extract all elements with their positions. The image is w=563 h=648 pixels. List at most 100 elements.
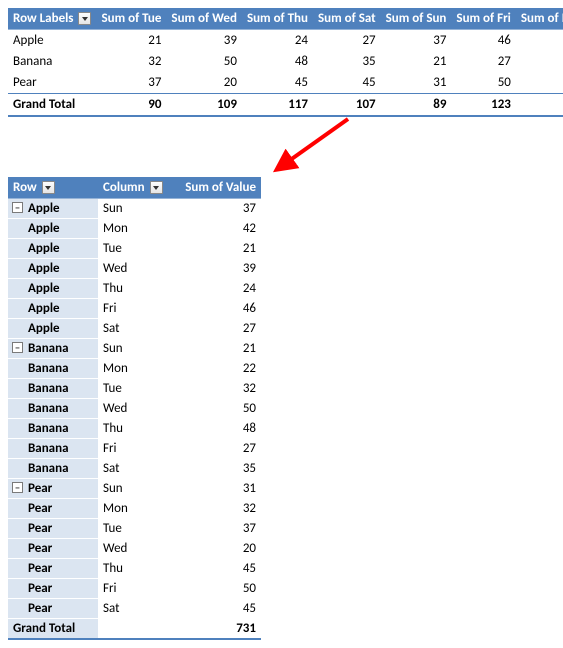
column-cell[interactable]: Sun (98, 199, 176, 219)
column-cell[interactable]: Fri (98, 579, 176, 599)
value-cell[interactable]: 37 (381, 30, 452, 52)
column-cell[interactable]: Tue (98, 379, 176, 399)
value-cell[interactable]: 37 (176, 199, 261, 219)
value-cell[interactable]: 32 (96, 51, 166, 72)
column-cell[interactable]: Sun (98, 339, 176, 359)
column-cell[interactable]: Mon (98, 359, 176, 379)
column-cell[interactable]: Wed (98, 539, 176, 559)
value-cell[interactable]: 32 (516, 72, 563, 94)
value-cell[interactable]: 32 (176, 379, 261, 399)
row-group-cell[interactable]: Apple (8, 219, 98, 239)
column-cell[interactable]: Tue (98, 519, 176, 539)
column-cell[interactable]: Wed (98, 399, 176, 419)
value-cell[interactable]: 27 (176, 439, 261, 459)
header-row-labels[interactable]: Row Labels (8, 8, 96, 30)
column-cell[interactable]: Thu (98, 419, 176, 439)
value-cell[interactable]: 42 (516, 30, 563, 52)
header-sum-thu[interactable]: Sum of Thu (242, 8, 313, 30)
row-group-cell[interactable]: Banana (8, 379, 98, 399)
value-cell[interactable]: 45 (313, 72, 381, 94)
value-cell[interactable]: 46 (451, 30, 515, 52)
filter-dropdown-icon[interactable] (42, 181, 55, 194)
row-group-cell[interactable]: Banana (8, 459, 98, 479)
value-cell[interactable]: 45 (176, 599, 261, 619)
column-cell[interactable]: Tue (98, 239, 176, 259)
value-cell[interactable]: 39 (176, 259, 261, 279)
value-cell[interactable]: 48 (176, 419, 261, 439)
collapse-icon[interactable]: − (12, 482, 23, 493)
value-cell[interactable]: 50 (451, 72, 515, 94)
row-group-cell[interactable]: Banana (8, 399, 98, 419)
value-cell[interactable]: 46 (176, 299, 261, 319)
value-cell[interactable]: 24 (242, 30, 313, 52)
value-cell[interactable]: 39 (166, 30, 242, 52)
value-cell[interactable]: 37 (96, 72, 166, 94)
value-cell[interactable]: 50 (176, 399, 261, 419)
value-cell[interactable]: 22 (516, 51, 563, 72)
column-cell[interactable]: Sun (98, 479, 176, 499)
column-cell[interactable]: Fri (98, 299, 176, 319)
column-cell[interactable]: Thu (98, 279, 176, 299)
value-cell[interactable]: 50 (166, 51, 242, 72)
row-label-cell[interactable]: Apple (8, 30, 96, 52)
header-sum-tue[interactable]: Sum of Tue (96, 8, 166, 30)
row-group-cell[interactable]: Pear (8, 499, 98, 519)
collapse-icon[interactable]: − (12, 342, 23, 353)
grand-total-label[interactable]: Grand Total (8, 619, 98, 640)
row-group-cell[interactable]: Banana (8, 439, 98, 459)
header-sum-wed[interactable]: Sum of Wed (166, 8, 242, 30)
column-cell[interactable]: Wed (98, 259, 176, 279)
header-sum-mon[interactable]: Sum of Mon (516, 8, 563, 30)
column-cell[interactable]: Sat (98, 599, 176, 619)
header-sum-fri[interactable]: Sum of Fri (451, 8, 515, 30)
value-cell[interactable]: 21 (176, 339, 261, 359)
value-cell[interactable]: 37 (176, 519, 261, 539)
row-group-cell[interactable]: Apple (8, 299, 98, 319)
value-cell[interactable]: 35 (313, 51, 381, 72)
value-cell[interactable]: 22 (176, 359, 261, 379)
header-sum-sat[interactable]: Sum of Sat (313, 8, 381, 30)
row-group-cell[interactable]: Pear (8, 519, 98, 539)
column-cell[interactable]: Thu (98, 559, 176, 579)
column-cell[interactable]: Mon (98, 499, 176, 519)
row-group-cell[interactable]: Banana (8, 359, 98, 379)
value-cell[interactable]: 48 (242, 51, 313, 72)
value-cell[interactable]: 45 (242, 72, 313, 94)
filter-dropdown-icon[interactable] (78, 12, 91, 25)
column-cell[interactable]: Sat (98, 459, 176, 479)
header-sum-sun[interactable]: Sum of Sun (381, 8, 452, 30)
row-group-cell[interactable]: Pear (8, 559, 98, 579)
value-cell[interactable]: 21 (176, 239, 261, 259)
row-group-cell[interactable]: Apple (8, 319, 98, 339)
filter-dropdown-icon[interactable] (150, 181, 163, 194)
value-cell[interactable]: 35 (176, 459, 261, 479)
column-cell[interactable]: Fri (98, 439, 176, 459)
row-label-cell[interactable]: Pear (8, 72, 96, 94)
value-cell[interactable]: 50 (176, 579, 261, 599)
column-cell[interactable]: Sat (98, 319, 176, 339)
row-group-cell[interactable]: Apple (8, 259, 98, 279)
value-cell[interactable]: 32 (176, 499, 261, 519)
row-group-cell[interactable]: Banana (8, 419, 98, 439)
row-label-cell[interactable]: Banana (8, 51, 96, 72)
value-cell[interactable]: 31 (381, 72, 452, 94)
value-cell[interactable]: 20 (176, 539, 261, 559)
row-group-cell[interactable]: −Apple (8, 199, 98, 219)
value-cell[interactable]: 27 (176, 319, 261, 339)
value-cell[interactable]: 20 (166, 72, 242, 94)
row-group-cell[interactable]: Apple (8, 279, 98, 299)
value-cell[interactable]: 24 (176, 279, 261, 299)
value-cell[interactable]: 27 (451, 51, 515, 72)
row-group-cell[interactable]: −Pear (8, 479, 98, 499)
grand-total-value[interactable]: 731 (176, 619, 261, 640)
value-cell[interactable]: 21 (96, 30, 166, 52)
value-cell[interactable]: 45 (176, 559, 261, 579)
value-cell[interactable]: 21 (381, 51, 452, 72)
row-group-cell[interactable]: −Banana (8, 339, 98, 359)
row-group-cell[interactable]: Pear (8, 579, 98, 599)
row-group-cell[interactable]: Pear (8, 539, 98, 559)
row-group-cell[interactable]: Pear (8, 599, 98, 619)
value-cell[interactable]: 42 (176, 219, 261, 239)
row-group-cell[interactable]: Apple (8, 239, 98, 259)
value-cell[interactable]: 27 (313, 30, 381, 52)
